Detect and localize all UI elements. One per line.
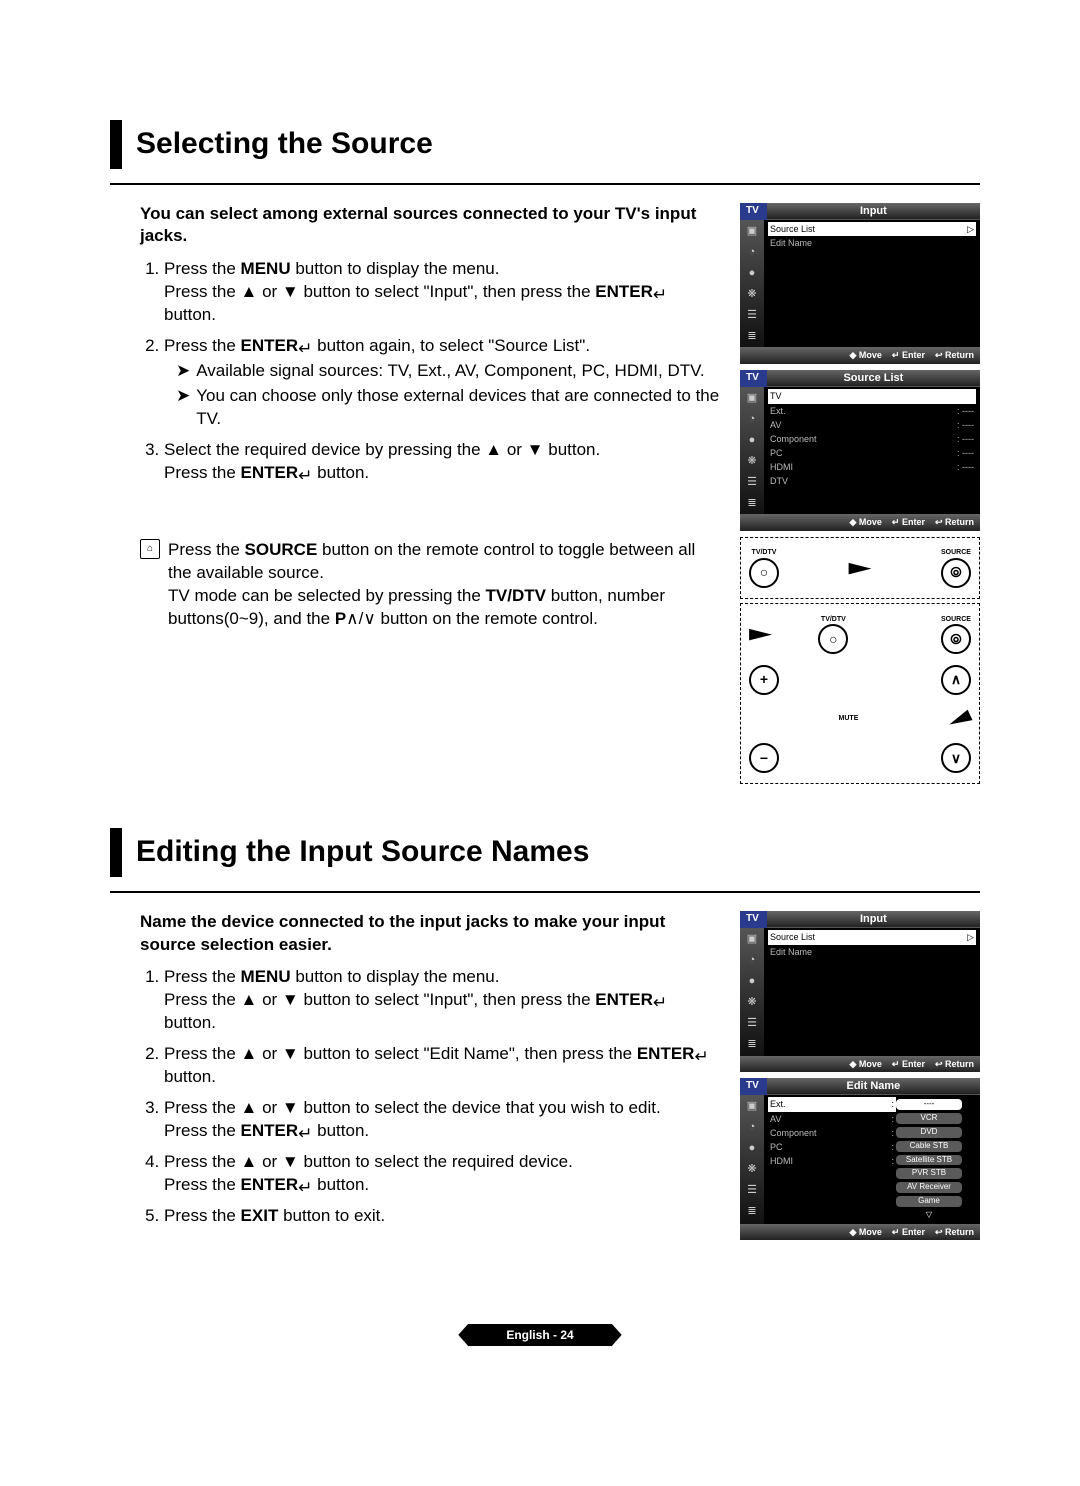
edit-option: Satellite STB [896,1155,962,1166]
rule [110,183,980,185]
remote-diagram: ▶ TV/DTV○ SOURCE⦾ + ∧ MUTE◀ − ∨ [740,603,980,784]
osd-edit-name: TVEdit Name ▣◔●❋☰≣ Ext.:AV:Component:PC:… [740,1078,980,1240]
rule [110,891,980,893]
osd-sidebar: ▣◔●❋☰≣ [740,220,764,347]
arrow-icon: ◀ [945,705,974,733]
osd-row: TV [768,389,976,403]
osd-tv-badge: TV [740,203,767,221]
osd-row: HDMI: [768,1154,896,1168]
osd-row: Ext.: ---- [768,404,976,418]
osd-sidebar: ▣◔●❋☰≣ [740,387,764,514]
ch-down-button: ∨ [941,743,971,773]
osd-tv-badge: TV [740,911,767,929]
p-down-icon: ∨ [363,609,375,628]
remote-note: ⌂ Press the SOURCE button on the remote … [140,539,722,631]
edit-option: AV Receiver [896,1182,962,1193]
osd-row: DTV [768,474,976,488]
arrow-icon: ▶ [848,558,871,578]
edit-option: DVD [896,1127,962,1138]
osd-title: Edit Name [767,1078,980,1096]
osd-title: Input [767,203,980,221]
osd-input-2: TVInput ▣◔●❋☰≣ Source List▷Edit Name ◆ M… [740,911,980,1072]
osd-tv-badge: TV [740,1078,767,1096]
enter-icon: ↵ [653,284,667,307]
section1-text: You can select among external sources co… [110,203,722,789]
osd-input: TVInput ▣◔●❋☰≣ Source List▷Edit Name ◆ M… [740,203,980,364]
osd-row: Ext.: [768,1097,896,1111]
osd-tv-badge: TV [740,370,767,388]
osd-title: Input [767,911,980,929]
osd-row: HDMI: ---- [768,460,976,474]
edit-option: VCR [896,1113,962,1124]
edit-option: Game [896,1196,962,1207]
osd-row: Edit Name [768,236,976,250]
steps-2: Press the MENU button to display the men… [140,966,722,1227]
enter-icon: ↵ [298,338,312,361]
osd-row: Source List▷ [768,930,976,944]
osd-row: Component: [768,1126,896,1140]
intro-2: Name the device connected to the input j… [140,911,722,957]
vol-down-button: − [749,743,779,773]
tvdtv-button: ○ [818,624,848,654]
page-number: English - 24 [458,1324,621,1346]
edit-option: PVR STB [896,1168,962,1179]
osd-row: AV: ---- [768,418,976,432]
osd-sidebar: ▣◔●❋☰≣ [740,1095,764,1223]
section-title-editing: Editing the Input Source Names [110,828,980,877]
osd-row: PC: [768,1140,896,1154]
ch-up-button: ∧ [941,665,971,695]
enter-icon: ↵ [298,1177,312,1200]
arrow-icon: ▶ [749,624,772,644]
osd-row: PC: ---- [768,446,976,460]
vol-up-button: + [749,665,779,695]
arrow-icon: ➤ [176,360,190,383]
osd-row: Edit Name [768,945,976,959]
enter-icon: ↵ [694,1046,708,1069]
tvdtv-button: ○ [749,558,779,588]
osd-row: Component: ---- [768,432,976,446]
intro-1: You can select among external sources co… [140,203,722,249]
steps-1: Press the MENU button to display the men… [140,258,722,484]
osd-row: AV: [768,1112,896,1126]
edit-option: ---- [896,1099,962,1110]
osd-sidebar: ▣◔●❋☰≣ [740,928,764,1055]
osd-title: Source List [767,370,980,388]
enter-icon: ↵ [298,465,312,488]
section-title-selecting: Selecting the Source [110,120,980,169]
osd-source-list: TVSource List ▣◔●❋☰≣ TVExt.: ----AV: ---… [740,370,980,531]
edit-option: Cable STB [896,1141,962,1152]
enter-icon: ↵ [653,992,667,1015]
osd-row: Source List▷ [768,222,976,236]
p-up-icon: ∧ [346,609,358,628]
enter-icon: ↵ [298,1123,312,1146]
page-footer: English - 24 [0,1323,1080,1346]
source-button: ⦾ [941,558,971,588]
remote-icon: ⌂ [140,539,160,559]
source-button: ⦾ [941,624,971,654]
arrow-icon: ➤ [176,385,190,431]
remote-diagram: TV/DTV○ ▶ SOURCE⦾ [740,537,980,600]
section2-text: Name the device connected to the input j… [110,911,722,1246]
